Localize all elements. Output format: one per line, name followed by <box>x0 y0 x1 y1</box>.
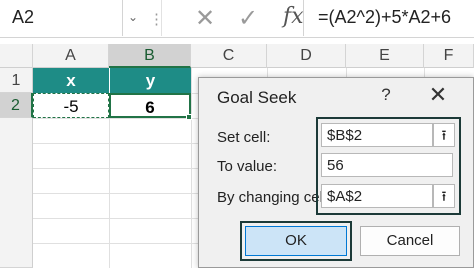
help-icon[interactable]: ? <box>375 84 397 106</box>
row-header-2[interactable]: 2 <box>0 93 33 118</box>
goal-seek-dialog: Goal Seek ? ✕ Set cell: $B$2 ⭱ To value:… <box>198 77 474 268</box>
row-header-1[interactable]: 1 <box>0 68 33 93</box>
cell-a2[interactable]: -5 <box>33 93 109 118</box>
fill-handle[interactable] <box>186 114 192 120</box>
cell-b2[interactable]: 6 <box>109 93 191 118</box>
column-header-c[interactable]: C <box>191 44 267 68</box>
close-icon[interactable]: ✕ <box>425 82 451 108</box>
to-value-label: To value: <box>217 158 278 175</box>
ok-button[interactable]: OK <box>245 226 347 256</box>
row-header-blank <box>0 118 33 268</box>
select-all-corner[interactable] <box>0 44 33 68</box>
column-header-e[interactable]: E <box>346 44 424 68</box>
name-box-dropdown-icon[interactable]: ⌄ <box>128 10 138 24</box>
enter-entry-icon[interactable]: ✓ <box>238 4 258 33</box>
set-cell-label: Set cell: <box>217 129 271 146</box>
insert-function-icon[interactable]: fx <box>283 4 304 29</box>
cell-b1[interactable]: y <box>109 68 191 93</box>
column-header-f[interactable]: F <box>424 44 474 68</box>
column-header-a[interactable]: A <box>33 44 109 68</box>
formula-input[interactable]: =(A2^2)+5*A2+6 <box>318 7 451 28</box>
cancel-entry-icon[interactable]: ✕ <box>195 4 215 33</box>
column-header-d[interactable]: D <box>267 44 346 68</box>
dialog-title: Goal Seek <box>217 88 297 107</box>
by-changing-cell-label: By changing cell: <box>217 189 331 206</box>
cancel-button[interactable]: Cancel <box>360 226 460 256</box>
name-box-value[interactable]: A2 <box>12 7 34 28</box>
inputs-highlight-box <box>316 117 461 215</box>
column-header-b[interactable]: B <box>109 44 191 68</box>
cell-a1[interactable]: x <box>33 68 109 93</box>
